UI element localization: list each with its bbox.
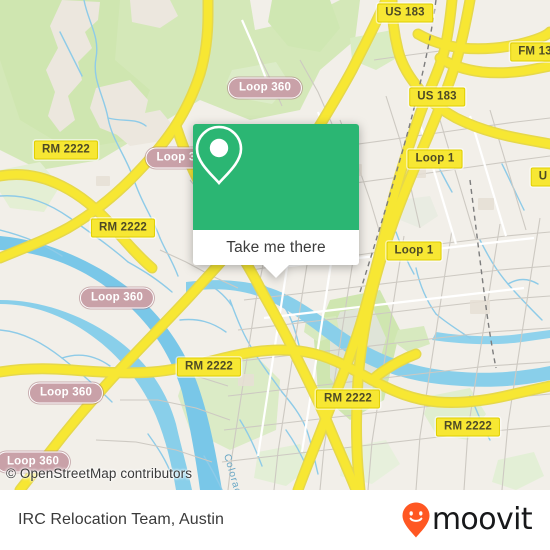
map-pin-icon [195, 125, 243, 185]
map-canvas[interactable]: Colorado US 183 FM 13 Loop 360 US 183 RM 222… [0, 0, 550, 490]
popup-card-footer[interactable]: Take me there [193, 230, 359, 278]
moovit-wordmark: moovit [431, 502, 533, 537]
destination-popup-card[interactable]: Take me there [193, 124, 359, 278]
moovit-brand[interactable]: moovit [401, 501, 533, 539]
take-me-there-label: Take me there [226, 238, 326, 256]
bottom-bar: IRC Relocation Team, Austin moovit [0, 490, 550, 550]
moovit-smiley-pin-icon [402, 502, 430, 538]
map-attribution: © OpenStreetMap contributors [6, 466, 193, 481]
popup-card-header [193, 124, 359, 230]
place-title: IRC Relocation Team, Austin [18, 511, 225, 528]
map-screen: Colorado US 183 FM 13 Loop 360 US 183 RM 222… [0, 0, 550, 550]
popup-card-pointer [263, 265, 289, 278]
